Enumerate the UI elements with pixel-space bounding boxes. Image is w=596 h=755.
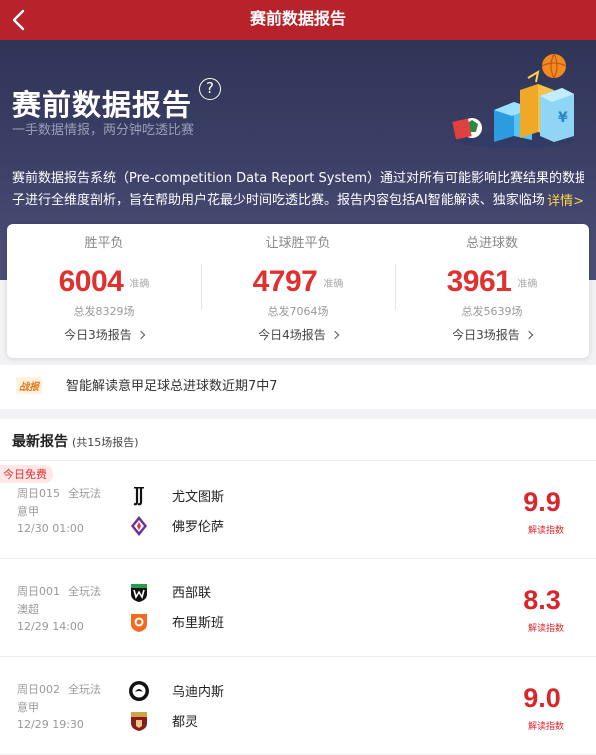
- news-text: 智能解读意甲足球总进球数近期7中7: [66, 379, 278, 394]
- away-team-name: 布里斯班: [172, 616, 225, 631]
- chevron-right-icon: [330, 330, 340, 340]
- match-time: 12/30 01:00: [17, 522, 84, 535]
- news-tag-badge: 战报: [16, 377, 42, 394]
- stat-total: 总发8329场: [73, 305, 135, 318]
- play-type: 全玩法: [68, 683, 101, 696]
- stat-number-row: 3961 准确: [395, 265, 589, 299]
- play-type: 全玩法: [68, 487, 101, 500]
- brisbane-logo-icon: [131, 614, 147, 632]
- chevron-right-icon: [524, 330, 534, 340]
- stat-total: 总发7064场: [267, 305, 329, 318]
- fiorentina-logo-icon: [131, 516, 147, 536]
- nav-title: 赛前数据报告: [249, 9, 346, 28]
- stat-label: 胜平负: [84, 236, 124, 251]
- stat-tag: 准确: [323, 279, 344, 290]
- udinese-logo-icon: [129, 681, 149, 701]
- stat-value: 6004: [58, 265, 124, 298]
- stat-number-row: 6004 准确: [7, 265, 201, 299]
- league-name: 意甲: [17, 701, 39, 714]
- stat-total-goals: 总进球数 3961 准确 总发5639场 今日3场报告: [395, 224, 589, 358]
- interpretation-index-label: 解读指数: [527, 722, 564, 732]
- hero-description-line: 赛前数据报告系统（Pre-competition Data Report Sys…: [12, 171, 584, 186]
- stat-label: 总进球数: [465, 236, 518, 251]
- today-reports-link[interactable]: 今日3场报告: [395, 326, 589, 343]
- match-code: 周日015 全玩法: [17, 485, 101, 501]
- today-reports-label: 今日4场报告: [258, 328, 326, 342]
- match-time: 12/29 19:30: [17, 718, 84, 731]
- data-chart-illustration-icon: ¥: [452, 53, 574, 148]
- match-code-text: 周日001: [17, 585, 60, 598]
- stat-number-row: 4797 准确: [201, 265, 395, 299]
- today-reports-link[interactable]: 今日3场报告: [7, 326, 201, 343]
- match-code: 周日001 全玩法: [17, 583, 101, 599]
- away-team-name: 佛罗伦萨: [172, 520, 225, 535]
- match-code-text: 周日002: [17, 683, 60, 696]
- news-ticker[interactable]: 战报 智能解读意甲足球总进球数近期7中7: [0, 365, 596, 409]
- today-reports-label: 今日3场报告: [452, 328, 520, 342]
- help-icon[interactable]: ?: [199, 78, 221, 100]
- latest-reports-header: 最新报告 (共15场报告): [0, 419, 596, 461]
- today-reports-label: 今日3场报告: [64, 328, 132, 342]
- latest-reports-title: 最新报告 (共15场报告): [12, 431, 139, 451]
- interpretation-index: 9.0: [523, 683, 561, 713]
- match-row[interactable]: 周日001 全玩法 澳超 12/29 14:00 西部联 布里斯班 8.3 解读指…: [0, 559, 596, 657]
- hero-title: 赛前数据报告: [12, 88, 193, 122]
- interpretation-index: 9.9: [523, 487, 561, 517]
- play-type: 全玩法: [68, 585, 101, 598]
- stat-total: 总发5639场: [461, 305, 523, 318]
- top-nav-bar: 赛前数据报告: [0, 0, 596, 40]
- stats-card: 胜平负 6004 准确 总发8329场 今日3场报告 让球胜平负 4797 准确 总…: [7, 224, 589, 358]
- torino-logo-icon: [131, 712, 147, 731]
- match-code-text: 周日015: [17, 487, 60, 500]
- stat-tag: 准确: [517, 279, 538, 290]
- interpretation-index-label: 解读指数: [527, 526, 564, 536]
- league-name: 澳超: [17, 603, 39, 616]
- home-team-name: 尤文图斯: [172, 490, 225, 505]
- latest-reports-title-text: 最新报告: [12, 434, 68, 450]
- interpretation-index-label: 解读指数: [527, 624, 564, 634]
- section-divider: [0, 409, 596, 419]
- free-today-badge: 今日免费: [0, 465, 53, 483]
- juventus-logo-icon: [133, 487, 144, 506]
- western-united-logo-icon: [131, 584, 147, 602]
- match-time: 12/29 14:00: [17, 620, 84, 633]
- home-team-name: 西部联: [172, 586, 212, 601]
- interpretation-index: 8.3: [523, 585, 561, 615]
- hero-description: 赛前数据报告系统（Pre-competition Data Report Sys…: [12, 168, 584, 212]
- report-count: (共15场报告): [72, 436, 139, 449]
- away-team-name: 都灵: [172, 715, 199, 730]
- hero-description-line: 子进行全维度剖析，旨在帮助用户花最少时间吃透比赛。报告内容包括AI智能解读、独家…: [12, 193, 545, 208]
- home-team-name: 乌迪内斯: [172, 685, 225, 700]
- league-name: 意甲: [17, 505, 39, 518]
- stat-value: 3961: [446, 265, 512, 298]
- stat-tag: 准确: [129, 279, 150, 290]
- hero-subtitle: 一手数据情报，两分钟吃透比赛: [12, 123, 195, 138]
- match-row[interactable]: 今日免费 周日015 全玩法 意甲 12/30 01:00 尤文图斯 佛罗伦萨 9…: [0, 461, 596, 559]
- details-link[interactable]: 详情>: [545, 190, 584, 209]
- stat-label: 让球胜平负: [265, 236, 331, 251]
- stat-handicap: 让球胜平负 4797 准确 总发7064场 今日4场报告: [201, 224, 395, 358]
- stat-win-draw-loss: 胜平负 6004 准确 总发8329场 今日3场报告: [7, 224, 201, 358]
- svg-text:¥: ¥: [558, 110, 568, 126]
- match-row[interactable]: 周日002 全玩法 意甲 12/29 19:30 乌迪内斯 都灵 9.0 解读指数: [0, 657, 596, 755]
- match-code: 周日002 全玩法: [17, 681, 101, 697]
- stat-value: 4797: [252, 265, 318, 298]
- chevron-right-icon: [136, 330, 146, 340]
- today-reports-link[interactable]: 今日4场报告: [201, 326, 395, 343]
